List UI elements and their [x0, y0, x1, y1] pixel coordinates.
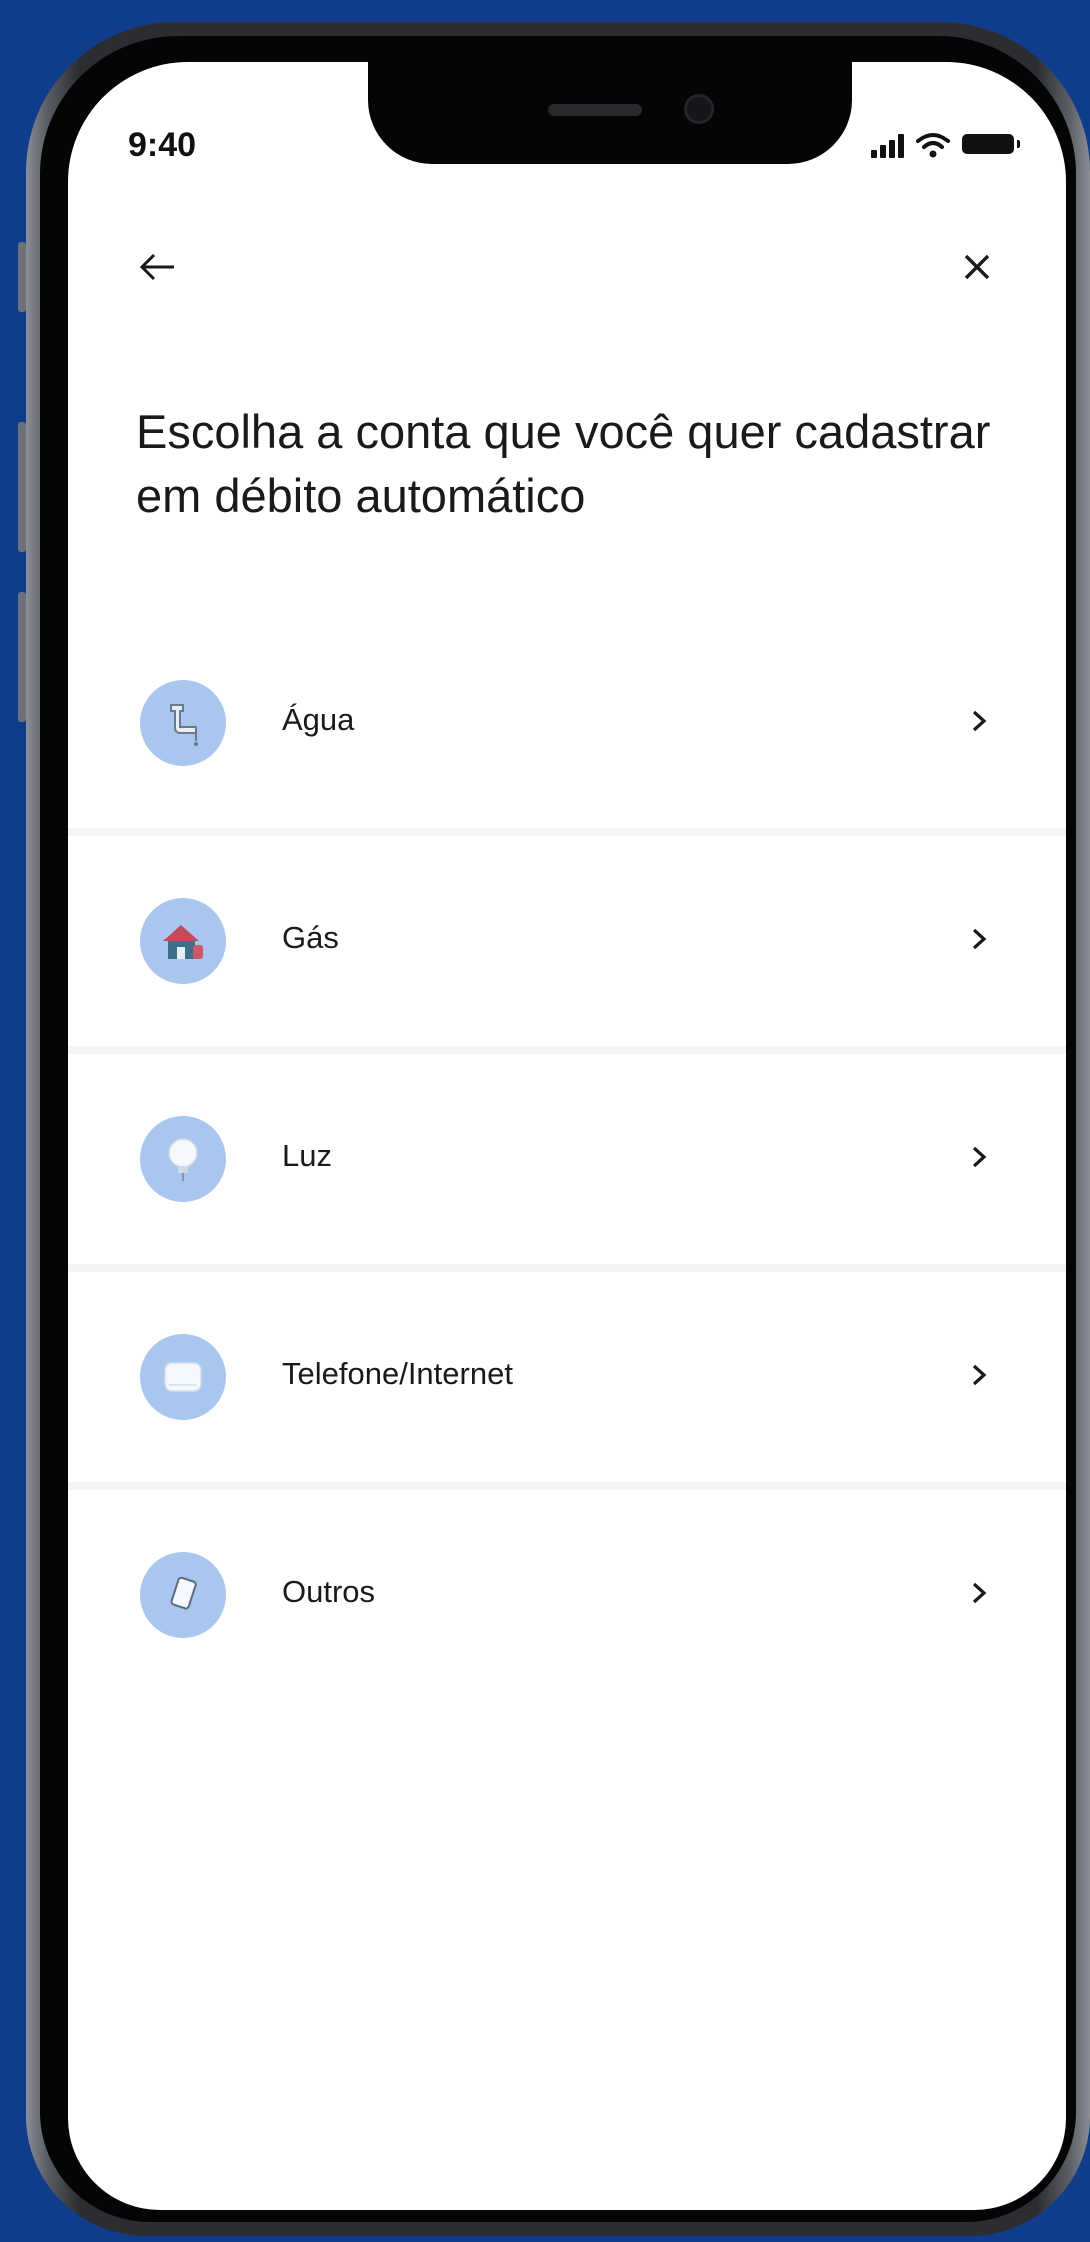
gas-house-icon — [140, 898, 226, 984]
router-icon — [140, 1334, 226, 1420]
water-faucet-icon — [140, 680, 226, 766]
notch — [368, 62, 852, 164]
status-time: 9:40 — [128, 126, 197, 164]
wifi-icon — [916, 133, 950, 158]
list-item-label: Outros — [282, 1574, 376, 1609]
speaker — [548, 104, 642, 116]
document-icon — [140, 1552, 226, 1638]
list-item-telefone-internet[interactable]: Telefone/Internet — [68, 1272, 1066, 1490]
phone-button — [18, 242, 26, 312]
lightbulb-icon — [140, 1116, 226, 1202]
phone-frame: 9:40 Escolha a conta que você quer cadas… — [18, 22, 1090, 2236]
list-item-label: Telefone/Internet — [282, 1356, 513, 1391]
list-item-label: Gás — [282, 920, 339, 955]
chevron-right-icon — [972, 1582, 987, 1604]
list-item-outros[interactable]: Outros — [68, 1490, 1066, 1700]
list-item-label: Luz — [282, 1138, 332, 1173]
signal-icon — [871, 134, 904, 158]
chevron-right-icon — [972, 1364, 987, 1386]
phone-button — [18, 422, 26, 552]
battery-icon — [962, 134, 1020, 154]
status-icons — [871, 126, 1020, 158]
account-list: Água Gás Luz Telefone/Internet Outros — [68, 618, 1066, 1700]
front-camera — [684, 94, 714, 124]
chevron-right-icon — [972, 928, 987, 950]
list-item-label: Água — [282, 702, 355, 737]
page-title: Escolha a conta que você quer cadastrar … — [136, 405, 991, 522]
app-screen: 9:40 Escolha a conta que você quer cadas… — [68, 62, 1066, 2210]
list-item-gas[interactable]: Gás — [68, 836, 1066, 1054]
list-item-luz[interactable]: Luz — [68, 1054, 1066, 1272]
arrow-left-icon[interactable] — [134, 242, 184, 292]
close-icon[interactable] — [952, 242, 1002, 292]
phone-button — [18, 592, 26, 722]
chevron-right-icon — [972, 1146, 987, 1168]
chevron-right-icon — [972, 710, 987, 732]
list-item-agua[interactable]: Água — [68, 618, 1066, 836]
